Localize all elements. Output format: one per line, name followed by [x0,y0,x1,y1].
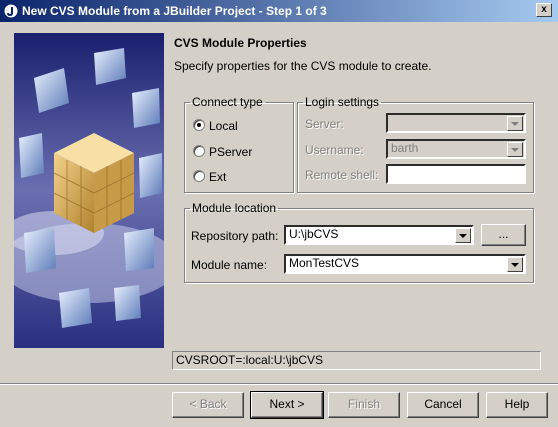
module-name-combo[interactable]: MonTestCVS [284,254,526,274]
cvsroot-status: CVSROOT=:local:U:\jbCVS [172,351,541,370]
cancel-button[interactable]: Cancel [407,392,479,418]
connect-type-legend: Connect type [192,95,263,109]
repository-path-value: U:\jbCVS [289,227,339,241]
window-title: New CVS Module from a JBuilder Project -… [22,4,327,18]
server-dropdown-icon[interactable] [507,116,523,131]
jbuilder-icon [3,3,19,19]
page-title: CVS Module Properties [174,36,307,50]
server-combo[interactable] [386,113,526,133]
wizard-graphic [14,33,164,348]
back-button[interactable]: < Back [172,392,244,418]
close-button[interactable]: x [536,3,552,17]
help-button[interactable]: Help [486,392,548,418]
username-label: Username: [305,143,364,157]
repository-path-combo[interactable]: U:\jbCVS [284,225,474,245]
server-label: Server: [305,117,344,131]
username-dropdown-icon[interactable] [507,142,523,157]
radio-pserver[interactable] [193,145,205,157]
radio-local-label[interactable]: Local [209,119,238,133]
page-subtitle: Specify properties for the CVS module to… [174,59,432,73]
finish-button[interactable]: Finish [328,392,400,418]
radio-ext[interactable] [193,170,205,182]
repository-path-dropdown-icon[interactable] [455,228,471,243]
username-value: barth [391,141,419,155]
username-combo[interactable]: barth [386,139,526,159]
module-name-value: MonTestCVS [289,256,360,270]
radio-local[interactable] [193,119,205,131]
module-location-legend: Module location [192,201,277,215]
browse-button[interactable]: ... [481,224,526,246]
footer-separator [0,383,558,385]
title-bar[interactable]: New CVS Module from a JBuilder Project -… [0,0,558,22]
repository-path-label: Repository path: [191,229,279,243]
radio-ext-label[interactable]: Ext [209,170,226,184]
module-name-dropdown-icon[interactable] [507,257,523,272]
login-settings-legend: Login settings [305,95,380,109]
remote-shell-label: Remote shell: [305,168,379,182]
radio-pserver-label[interactable]: PServer [209,145,252,159]
next-button[interactable]: Next > [250,391,324,419]
remote-shell-input[interactable] [386,164,526,184]
module-name-label: Module name: [191,258,268,272]
